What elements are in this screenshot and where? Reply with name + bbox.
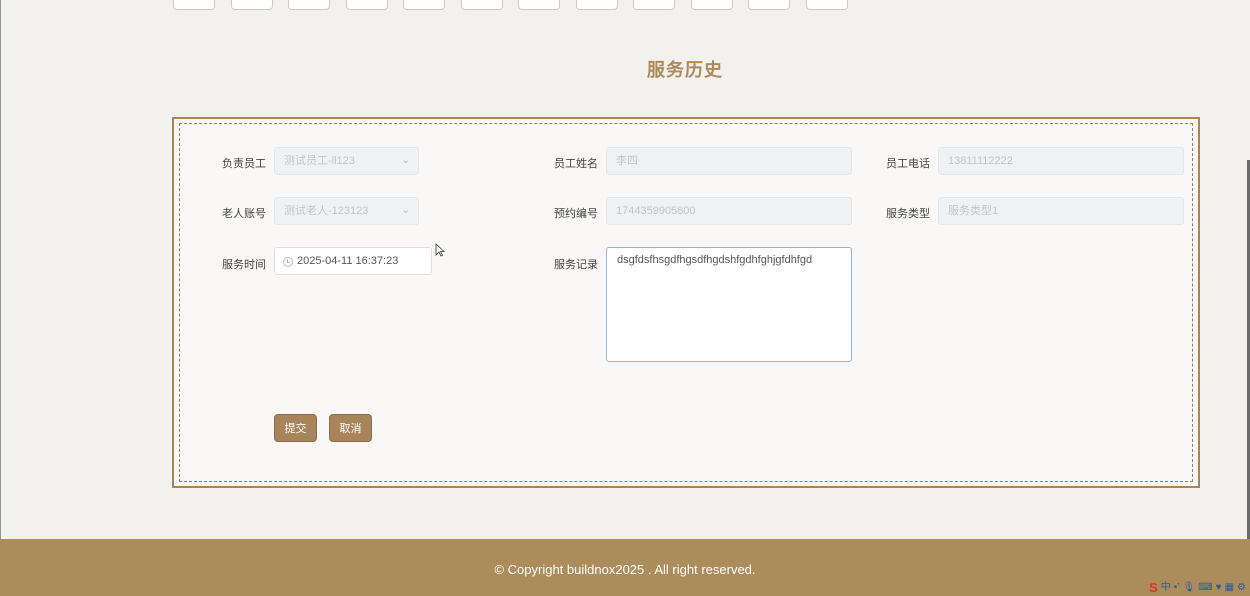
keyboard-icon[interactable]: ⌨: [1198, 582, 1212, 594]
service-time-value: 2025-04-11 16:37:23: [297, 255, 399, 267]
top-nav-button[interactable]: [806, 0, 848, 10]
top-nav-button[interactable]: [288, 0, 330, 10]
field-label-booking-no: 预约编号: [554, 208, 598, 220]
field-label-service-type: 服务类型: [886, 208, 930, 220]
chevron-down-icon: ⌄: [401, 155, 410, 166]
top-nav-button[interactable]: [576, 0, 618, 10]
top-nav-button[interactable]: [403, 0, 445, 10]
service-record-textarea[interactable]: dsgfdsfhsgdfhgsdfhgdshfgdhfghjgfdhfgd: [606, 247, 852, 362]
left-border: [0, 0, 1, 540]
top-nav-button[interactable]: [231, 0, 273, 10]
mouse-cursor-icon: [435, 243, 445, 257]
top-nav-button[interactable]: [461, 0, 503, 10]
field-label-staff-name: 员工姓名: [554, 158, 598, 170]
cancel-button[interactable]: 取消: [329, 414, 372, 442]
field-label-service-time: 服务时间: [222, 259, 266, 271]
top-nav-button[interactable]: [633, 0, 675, 10]
staff-select[interactable]: 测试员工-ll123 ⌄: [274, 147, 419, 175]
booking-no-field[interactable]: 1744359905800: [606, 197, 852, 225]
toolbox-icon[interactable]: ▦: [1225, 582, 1234, 594]
chevron-down-icon: ⌄: [401, 205, 410, 216]
staff-name-field[interactable]: 李四: [606, 147, 852, 175]
copyright-text: © Copyright buildnox2025 . All right res…: [494, 562, 756, 577]
elder-account-select-value: 测试老人-123123: [284, 205, 369, 217]
clock-icon: [283, 257, 293, 267]
footer: © Copyright buildnox2025 . All right res…: [0, 539, 1250, 596]
service-type-field[interactable]: 服务类型1: [938, 197, 1184, 225]
field-label-staff-phone: 员工电话: [886, 158, 930, 170]
service-time-picker[interactable]: 2025-04-11 16:37:23: [274, 247, 432, 275]
punctuation-icon[interactable]: •’: [1174, 582, 1180, 594]
top-nav-button[interactable]: [691, 0, 733, 10]
top-nav-button[interactable]: [173, 0, 215, 10]
staff-select-value: 测试员工-ll123: [284, 155, 355, 167]
field-label-service-record: 服务记录: [554, 259, 598, 271]
page-title: 服务历史: [647, 60, 723, 80]
microphone-icon[interactable]: 🎙: [1183, 582, 1196, 594]
ime-language-indicator[interactable]: 中: [1161, 582, 1171, 594]
field-label-staff: 负责员工: [222, 158, 266, 170]
system-tray: S 中 •’ 🎙 ⌨ ♥ ▦ ⚙: [1149, 581, 1246, 595]
staff-phone-field[interactable]: 13811112222: [938, 147, 1184, 175]
skin-icon[interactable]: ♥: [1216, 582, 1222, 594]
top-nav-button[interactable]: [748, 0, 790, 10]
elder-account-select[interactable]: 测试老人-123123 ⌄: [274, 197, 419, 225]
top-nav-button[interactable]: [518, 0, 560, 10]
field-label-elder-account: 老人账号: [222, 208, 266, 220]
top-nav-button[interactable]: [346, 0, 388, 10]
gear-icon[interactable]: ⚙: [1237, 582, 1246, 594]
submit-button[interactable]: 提交: [274, 414, 317, 442]
ime-logo-icon[interactable]: S: [1149, 581, 1158, 594]
